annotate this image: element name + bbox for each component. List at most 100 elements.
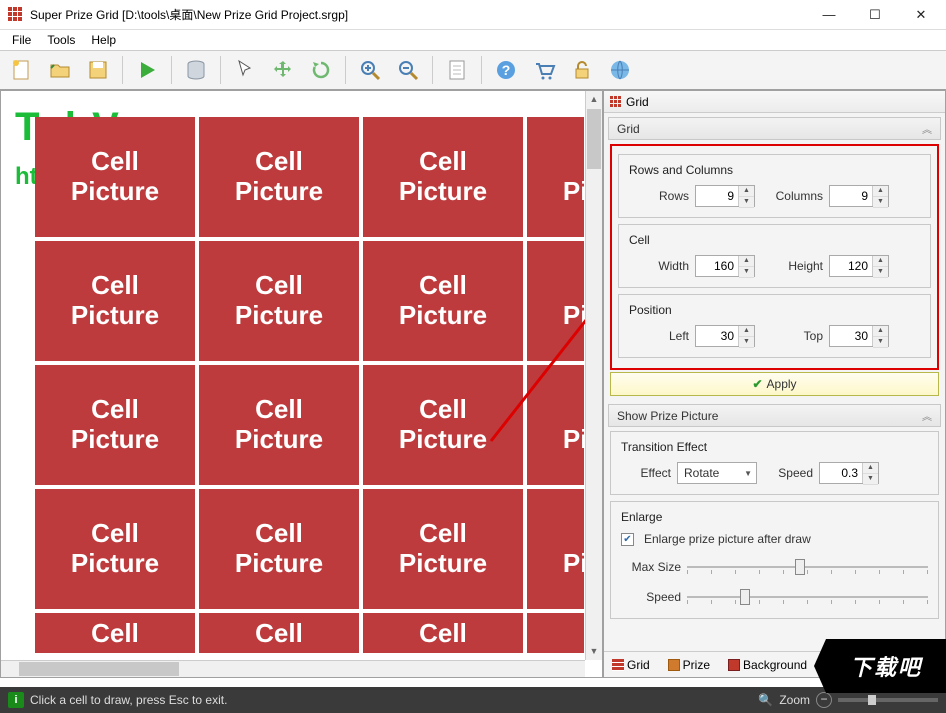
enlarge-speed-slider[interactable] [687,586,928,608]
chevron-up-icon: ︽ [922,408,932,423]
menu-tools[interactable]: Tools [39,31,83,49]
window-title: Super Prize Grid [D:\tools\桌面\New Prize … [30,6,806,23]
grid-cell[interactable]: CellPicture [199,489,359,609]
info-icon: i [8,692,24,708]
left-input[interactable]: ▲▼ [695,325,755,347]
grid-cell[interactable]: CellPicture [363,241,523,361]
grid-cell[interactable]: CellPicture [35,117,195,237]
panel-title: Grid [626,95,649,109]
prize-icon [668,659,680,671]
enlarge-speed-label: Speed [621,590,681,604]
grid-cell[interactable]: CellPicture [363,489,523,609]
document-button[interactable] [439,53,475,87]
check-icon: ✔ [752,377,762,391]
left-label: Left [629,329,689,343]
group-transition: Transition Effect Effect Rotate▼ Speed ▲… [610,431,939,495]
grid-cell[interactable]: CellPicture [527,365,584,485]
rows-input[interactable]: ▲▼ [695,185,755,207]
transition-speed-input[interactable]: ▲▼ [819,462,879,484]
zoom-out-button[interactable]: − [816,692,832,708]
top-label: Top [761,329,823,343]
svg-text:?: ? [502,62,511,78]
grid-cell[interactable]: CellPicture [363,365,523,485]
zoom-label: Zoom [779,693,810,707]
play-button[interactable] [129,53,165,87]
canvas-area: T l V ht CellPicture CellPicture CellPic… [0,90,603,678]
enlarge-checkbox[interactable]: ✔ [621,533,634,546]
grid-cell[interactable]: CellPicture [527,489,584,609]
grid-cell[interactable]: CellPicture [35,365,195,485]
effect-select[interactable]: Rotate▼ [677,462,757,484]
enlarge-check-label: Enlarge prize picture after draw [644,532,811,546]
grid-cell[interactable]: CellPicture [363,117,523,237]
apply-button[interactable]: ✔ Apply [610,372,939,396]
zoom-out-button[interactable] [390,53,426,87]
group-cell: Cell Width ▲▼ Height ▲▼ [618,224,931,288]
panel-header: Grid [604,91,945,113]
help-button[interactable]: ? [488,53,524,87]
globe-button[interactable] [602,53,638,87]
width-input[interactable]: ▲▼ [695,255,755,277]
maxsize-label: Max Size [621,560,681,574]
grid-cell[interactable]: CellPicture [35,489,195,609]
grid-cell[interactable]: CellPicture [199,241,359,361]
zoom-in-button[interactable] [352,53,388,87]
grid-cell[interactable]: CellPicture [199,117,359,237]
pointer-button[interactable] [227,53,263,87]
grid-cell[interactable]: Cell [199,613,359,653]
grid-cell[interactable]: CellPicture [527,117,584,237]
open-button[interactable] [42,53,78,87]
height-input[interactable]: ▲▼ [829,255,889,277]
width-label: Width [629,259,689,273]
zoom-icon: 🔍 [758,693,773,707]
rotate-button[interactable] [303,53,339,87]
group-rows-columns: Rows and Columns Rows ▲▼ Columns ▲▼ [618,154,931,218]
unlock-button[interactable] [564,53,600,87]
app-icon [8,7,24,23]
database-button[interactable] [178,53,214,87]
grid-cell[interactable]: CellPicture [199,365,359,485]
grid-icon [610,96,622,108]
status-hint: Click a cell to draw, press Esc to exit. [30,693,227,707]
grid-cell[interactable]: CellPicture [35,241,195,361]
tab-grid[interactable]: Grid [608,656,654,674]
horizontal-scrollbar[interactable] [1,660,585,677]
vertical-scrollbar[interactable]: ▲ ▼ [585,91,602,660]
properties-panel: Grid Grid︽ Rows and Columns Rows ▲▼ Colu… [603,90,946,678]
cell-grid: CellPicture CellPicture CellPicture Cell… [35,117,584,659]
maximize-button[interactable]: ☐ [852,0,898,30]
cart-button[interactable] [526,53,562,87]
highlighted-settings: Rows and Columns Rows ▲▼ Columns ▲▼ Cell… [610,144,939,370]
canvas[interactable]: T l V ht CellPicture CellPicture CellPic… [5,95,584,659]
minimize-button[interactable]: — [806,0,852,30]
group-enlarge: Enlarge ✔ Enlarge prize picture after dr… [610,501,939,619]
height-label: Height [761,259,823,273]
columns-input[interactable]: ▲▼ [829,185,889,207]
background-icon [728,659,740,671]
zoom-slider[interactable] [838,698,938,702]
section-header-show-prize[interactable]: Show Prize Picture︽ [608,404,941,427]
effect-label: Effect [621,466,671,480]
move-button[interactable] [265,53,301,87]
grid-cell[interactable]: CellPicture [527,241,584,361]
menu-help[interactable]: Help [83,31,124,49]
grid-cell[interactable]: Cell [363,613,523,653]
statusbar: i Click a cell to draw, press Esc to exi… [0,687,946,713]
menu-file[interactable]: File [4,31,39,49]
maxsize-slider[interactable] [687,556,928,578]
section-header-grid[interactable]: Grid︽ [608,117,941,140]
save-button[interactable] [80,53,116,87]
menubar: File Tools Help [0,30,946,50]
close-button[interactable]: ✕ [898,0,944,30]
toolbar: ? [0,50,946,90]
grid-cell[interactable]: Cell [35,613,195,653]
new-button[interactable] [4,53,40,87]
tab-background[interactable]: Background [724,656,811,674]
top-input[interactable]: ▲▼ [829,325,889,347]
grid-cell[interactable]: Cell [527,613,584,653]
speed-label: Speed [763,466,813,480]
columns-label: Columns [761,189,823,203]
titlebar: Super Prize Grid [D:\tools\桌面\New Prize … [0,0,946,30]
chevron-down-icon: ▼ [744,469,752,478]
tab-prize[interactable]: Prize [664,656,714,674]
